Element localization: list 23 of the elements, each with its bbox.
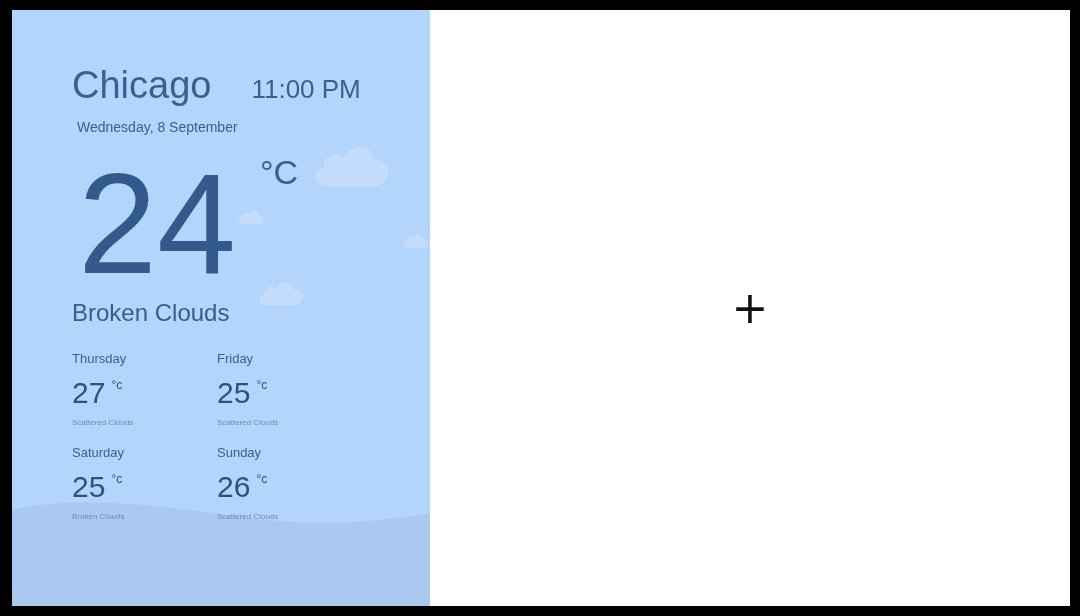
forecast-unit: °c <box>256 378 268 392</box>
forecast-condition: Scattered Clouds <box>72 418 135 427</box>
cloud-icon <box>402 232 430 249</box>
current-date: Wednesday, 8 September <box>77 119 239 135</box>
forecast-condition: Scattered Clouds <box>217 512 280 521</box>
forecast-temperature: 27 <box>72 376 106 410</box>
forecast-day: Thursday <box>72 351 217 366</box>
add-button[interactable]: + <box>731 286 769 330</box>
current-temperature: 24 <box>78 149 236 299</box>
forecast-day: Saturday <box>72 445 217 460</box>
forecast-unit: °c <box>111 378 123 392</box>
forecast-day: Friday <box>217 351 362 366</box>
forecast-unit: °c <box>256 472 268 486</box>
current-time: 11:00 PM <box>251 74 361 105</box>
forecast-temperature: 25 <box>72 470 106 504</box>
current-condition: Broken Clouds <box>72 299 231 327</box>
forecast-unit: °c <box>111 472 123 486</box>
forecast-temperature: 25 <box>217 376 251 410</box>
city-name: Chicago <box>72 64 212 107</box>
temperature-unit: °C <box>259 153 299 192</box>
forecast-temperature: 26 <box>217 470 251 504</box>
forecast-condition: Scattered Clouds <box>217 418 280 427</box>
forecast-day: Sunday <box>217 445 362 460</box>
